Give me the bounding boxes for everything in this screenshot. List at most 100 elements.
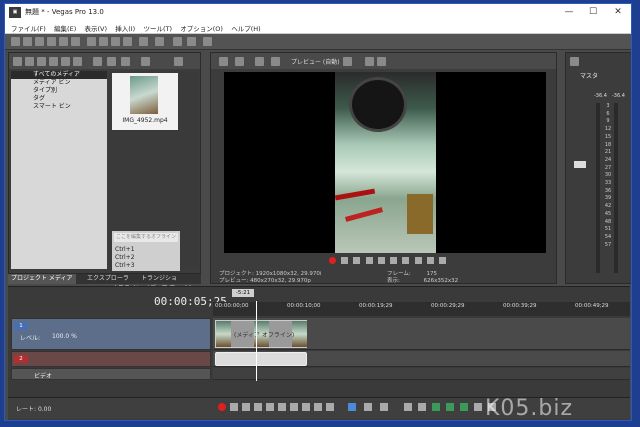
save-snapshot-icon[interactable] bbox=[377, 57, 386, 66]
tree-item-all-media[interactable]: すべてのメディア bbox=[11, 71, 107, 79]
envelope-edit-tool-icon[interactable] bbox=[364, 403, 372, 411]
record-icon[interactable] bbox=[218, 403, 226, 411]
site-watermark: K05.biz bbox=[485, 396, 574, 421]
properties-media-icon[interactable] bbox=[107, 57, 116, 66]
delete-clip-icon[interactable] bbox=[404, 403, 412, 411]
trim-icon[interactable] bbox=[418, 403, 426, 411]
import-media-icon[interactable] bbox=[13, 57, 22, 66]
edit-tool-icon[interactable] bbox=[173, 37, 182, 46]
next-frame-icon[interactable] bbox=[439, 257, 447, 264]
menu-help[interactable]: ヘルプ(H) bbox=[225, 21, 260, 33]
menu-edit[interactable]: 編集(E) bbox=[48, 21, 76, 33]
play-icon[interactable] bbox=[365, 257, 373, 264]
menu-view[interactable]: 表示(V) bbox=[78, 21, 107, 33]
external-monitor-icon[interactable] bbox=[235, 57, 244, 66]
prev-frame-icon[interactable] bbox=[426, 257, 434, 264]
split-screen-icon[interactable] bbox=[271, 57, 280, 66]
preview-quality-dropdown[interactable]: プレビュー (自動) bbox=[291, 57, 340, 66]
overlays-icon[interactable] bbox=[343, 57, 352, 66]
clip-caption: (メディア オフライン) bbox=[234, 332, 295, 339]
delete-icon[interactable] bbox=[123, 37, 132, 46]
web-icon[interactable] bbox=[49, 57, 58, 66]
preview-settings-icon[interactable] bbox=[219, 57, 228, 66]
maximize-button[interactable]: ☐ bbox=[583, 6, 603, 18]
offline-item: Ctrl+2 bbox=[115, 254, 135, 261]
project-info: プロジェクト: 1920x1080x32, 29.970i プレビュー: 480… bbox=[219, 271, 321, 285]
copy-snapshot-icon[interactable] bbox=[365, 57, 374, 66]
video-frame bbox=[334, 72, 436, 253]
tree-item-smart-bins[interactable]: スマート ビン bbox=[11, 103, 107, 111]
cut-icon[interactable] bbox=[87, 37, 96, 46]
video-track-header[interactable]: 1 レベル: 100.0 % bbox=[11, 318, 211, 350]
play-from-start-icon[interactable] bbox=[242, 403, 250, 411]
go-to-start-icon[interactable] bbox=[290, 403, 298, 411]
tree-item-by-type[interactable]: タイプ別 bbox=[11, 87, 107, 95]
auto-crossfade-icon[interactable] bbox=[446, 403, 454, 411]
track-3-lane[interactable] bbox=[213, 368, 630, 380]
video-track-lane[interactable]: (メディア オフライン) bbox=[213, 318, 630, 350]
envelope-tool-icon[interactable] bbox=[187, 37, 196, 46]
capture-icon[interactable] bbox=[25, 57, 34, 66]
go-to-start-icon[interactable] bbox=[402, 257, 410, 264]
lock-envelopes-icon[interactable] bbox=[474, 403, 482, 411]
snapping-icon[interactable] bbox=[432, 403, 440, 411]
save-as-icon[interactable] bbox=[47, 37, 56, 46]
go-to-end-icon[interactable] bbox=[414, 257, 422, 264]
tab-project-media[interactable]: プロジェクト メディア bbox=[8, 274, 76, 284]
video-clip[interactable]: (メディア オフライン) bbox=[215, 320, 307, 348]
go-to-end-icon[interactable] bbox=[302, 403, 310, 411]
master-volume-fader[interactable] bbox=[574, 161, 586, 168]
pause-icon[interactable] bbox=[377, 257, 385, 264]
menu-insert[interactable]: 挿入(I) bbox=[109, 21, 135, 33]
tab-transitions[interactable]: トランジショ bbox=[138, 274, 180, 284]
audio-clip[interactable] bbox=[215, 352, 307, 366]
sort-icon[interactable] bbox=[121, 57, 130, 66]
media-thumbnail[interactable]: IMG_4952.mp4 bbox=[112, 73, 178, 130]
stop-icon[interactable] bbox=[390, 257, 398, 264]
tree-item-media-bins[interactable]: メディア ビン bbox=[11, 79, 107, 87]
play-icon[interactable] bbox=[254, 403, 262, 411]
menu-options[interactable]: オプション(O) bbox=[174, 21, 223, 33]
remove-icon[interactable] bbox=[93, 57, 102, 66]
stop-icon[interactable] bbox=[278, 403, 286, 411]
panel-menu-icon[interactable] bbox=[174, 57, 183, 66]
render-icon[interactable] bbox=[59, 37, 68, 46]
get-media-icon[interactable] bbox=[37, 57, 46, 66]
selection-tool-icon[interactable] bbox=[380, 403, 388, 411]
time-ruler[interactable]: 00:00:00;00 00:00:10;00 00:00:19;29 00:0… bbox=[213, 302, 630, 316]
minimize-button[interactable]: — bbox=[559, 6, 579, 18]
prev-frame-icon[interactable] bbox=[314, 403, 322, 411]
help-icon[interactable] bbox=[203, 37, 212, 46]
loop-icon[interactable] bbox=[230, 403, 238, 411]
loop-icon[interactable] bbox=[341, 257, 349, 264]
video-fx-icon[interactable] bbox=[255, 57, 264, 66]
search-media-icon[interactable] bbox=[73, 57, 82, 66]
offline-placeholder[interactable]: ここを編集するオフライン bbox=[114, 233, 178, 242]
view-icon[interactable] bbox=[141, 57, 150, 66]
open-icon[interactable] bbox=[23, 37, 32, 46]
menu-tools[interactable]: ツール(T) bbox=[137, 21, 172, 33]
playhead[interactable] bbox=[256, 301, 257, 381]
properties-icon[interactable] bbox=[71, 37, 80, 46]
redo-icon[interactable] bbox=[155, 37, 164, 46]
new-project-icon[interactable] bbox=[11, 37, 20, 46]
auto-ripple-icon[interactable] bbox=[460, 403, 468, 411]
track-3-header[interactable]: ビデオ bbox=[11, 368, 211, 380]
globe-icon[interactable] bbox=[61, 57, 70, 66]
copy-icon[interactable] bbox=[99, 37, 108, 46]
close-button[interactable]: ✕ bbox=[608, 6, 628, 18]
undo-icon[interactable] bbox=[139, 37, 148, 46]
normal-edit-tool-icon[interactable] bbox=[348, 403, 356, 411]
paste-icon[interactable] bbox=[111, 37, 120, 46]
play-from-start-icon[interactable] bbox=[353, 257, 361, 264]
master-fx-icon[interactable] bbox=[570, 57, 579, 66]
pause-icon[interactable] bbox=[266, 403, 274, 411]
tab-explorer[interactable]: エクスプローラ bbox=[84, 274, 132, 284]
tree-item-tags[interactable]: タグ bbox=[11, 95, 107, 103]
audio-track-lane[interactable] bbox=[213, 351, 630, 367]
menu-file[interactable]: ファイル(F) bbox=[5, 21, 46, 33]
save-icon[interactable] bbox=[35, 37, 44, 46]
record-icon[interactable] bbox=[329, 257, 336, 264]
audio-track-header[interactable]: 2 bbox=[11, 351, 211, 367]
next-frame-icon[interactable] bbox=[326, 403, 334, 411]
